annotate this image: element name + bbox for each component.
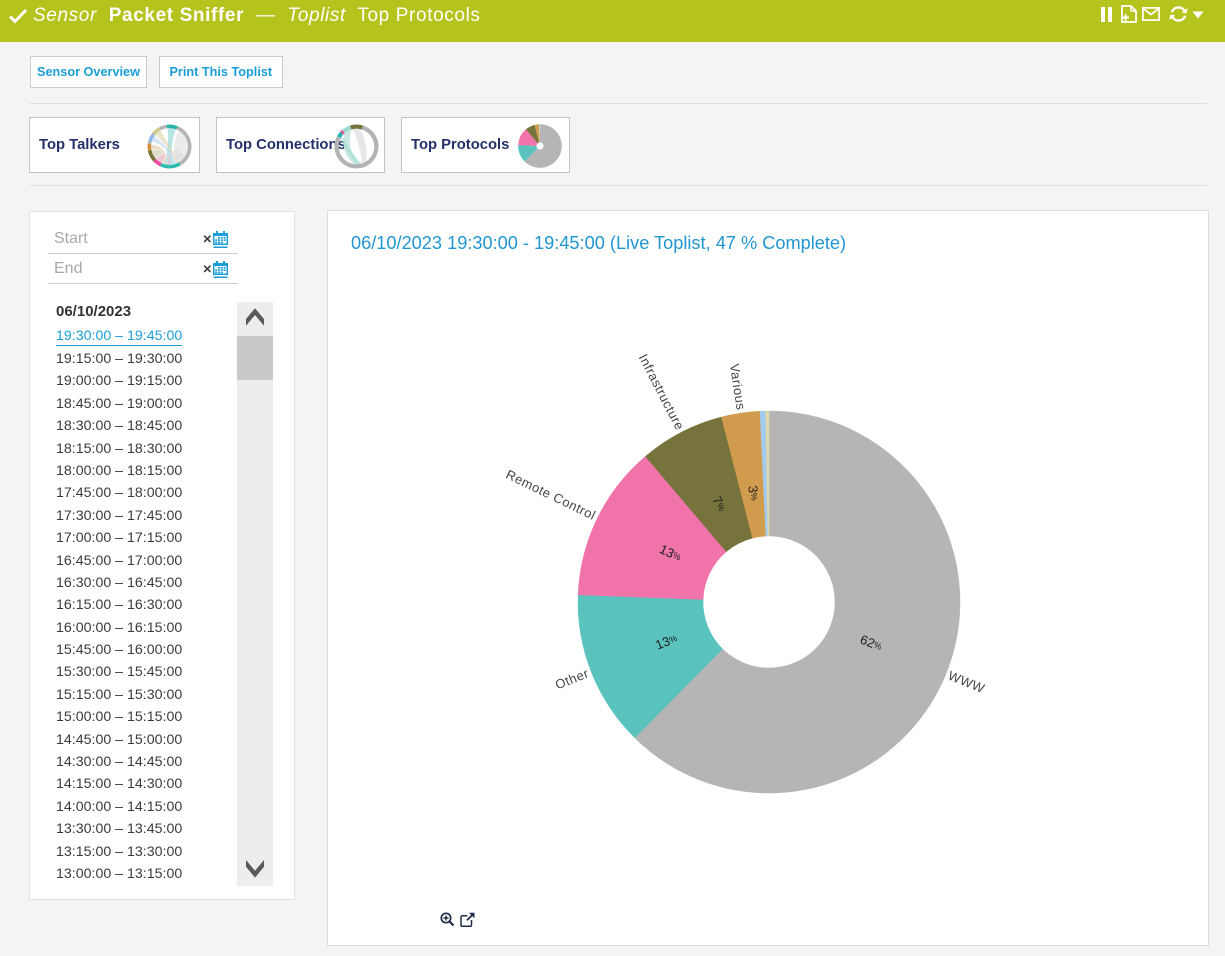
svg-text:Various: Various bbox=[727, 363, 749, 411]
svg-text:WWW: WWW bbox=[946, 668, 987, 697]
svg-text:Remote Control: Remote Control bbox=[504, 467, 599, 523]
svg-text:Other: Other bbox=[553, 665, 591, 692]
svg-text:Infrastructure: Infrastructure bbox=[636, 352, 688, 433]
